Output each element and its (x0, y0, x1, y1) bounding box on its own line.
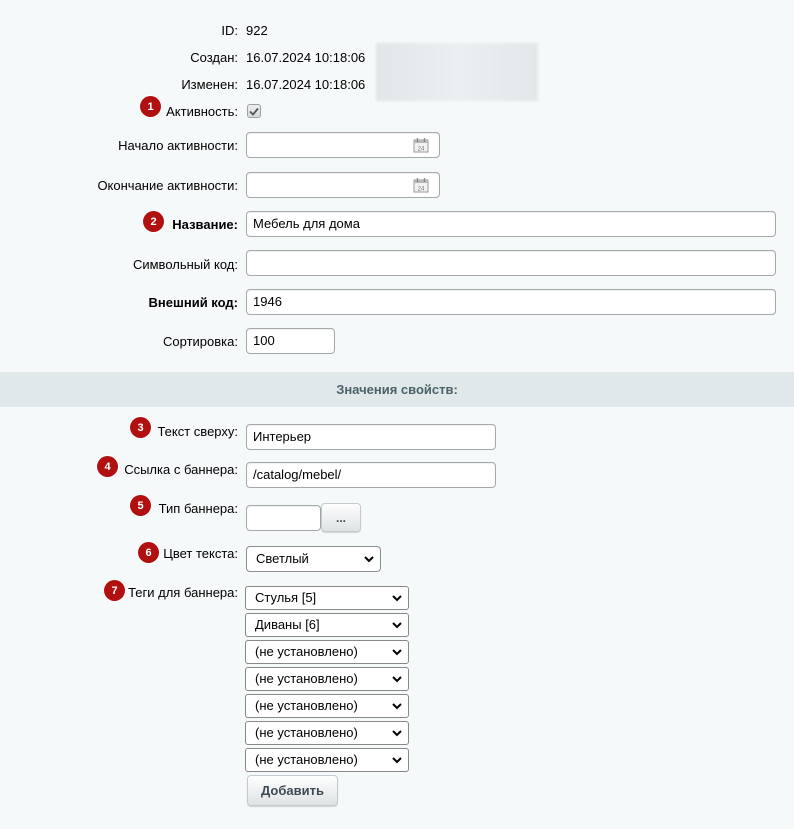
active-label: Активность: (166, 104, 238, 119)
annotation-badge-5: 5 (130, 495, 151, 516)
start-date-input[interactable] (246, 132, 440, 158)
banner-type-label: Тип баннера: (158, 501, 238, 516)
tag-select[interactable]: Стулья [5] (245, 586, 409, 610)
tag-select[interactable]: (не установлено) (245, 694, 409, 718)
redacted-area (376, 43, 538, 101)
chevron-down-icon (392, 722, 402, 744)
code-label: Символьный код: (132, 257, 238, 272)
name-input[interactable]: Мебель для дома (246, 211, 776, 237)
modified-label: Изменен: (181, 77, 238, 92)
tags-label: Теги для баннера: (128, 585, 238, 600)
tag-select[interactable]: (не установлено) (245, 667, 409, 691)
tag-select-value: (не установлено) (255, 725, 358, 740)
tag-select-value: (не установлено) (255, 752, 358, 767)
tag-select-value: (не установлено) (255, 644, 358, 659)
tag-select-value: Стулья [5] (255, 590, 317, 605)
tag-select-value: (не установлено) (255, 698, 358, 713)
tag-select[interactable]: (не установлено) (245, 640, 409, 664)
xml-id-input[interactable]: 1946 (246, 289, 776, 315)
sort-input[interactable]: 100 (246, 328, 335, 354)
chevron-down-icon (392, 587, 402, 609)
link-input[interactable]: /catalog/mebel/ (246, 462, 496, 488)
created-value: 16.07.2024 10:18:06 (246, 50, 366, 65)
modified-value: 16.07.2024 10:18:06 (246, 77, 366, 92)
tag-select[interactable]: (не установлено) (245, 721, 409, 745)
chevron-down-icon (392, 749, 402, 771)
tag-select-value: Диваны [6] (255, 617, 320, 632)
name-label: Название: (172, 217, 238, 232)
chevron-down-icon (392, 641, 402, 663)
svg-text:24: 24 (418, 187, 425, 193)
text-color-label: Цвет текста: (163, 546, 238, 561)
chevron-down-icon (392, 695, 402, 717)
text-color-value: Светлый (256, 551, 309, 566)
xml-id-label: Внешний код: (148, 295, 238, 310)
link-label: Ссылка с баннера: (124, 462, 238, 477)
active-checkbox[interactable] (247, 104, 261, 118)
end-date-input[interactable] (246, 172, 440, 198)
top-text-label: Текст сверху: (157, 424, 238, 439)
annotation-badge-7: 7 (104, 580, 125, 601)
text-color-select[interactable]: Светлый (246, 546, 381, 572)
annotation-badge-3: 3 (130, 417, 151, 438)
id-label: ID: (221, 23, 238, 38)
check-icon (249, 107, 259, 116)
sort-label: Сортировка: (163, 334, 238, 349)
calendar-icon[interactable]: 24 (413, 137, 429, 153)
annotation-badge-2: 2 (143, 211, 164, 232)
chevron-down-icon (392, 614, 402, 636)
annotation-badge-4: 4 (97, 456, 118, 477)
chevron-down-icon (392, 668, 402, 690)
calendar-icon[interactable]: 24 (413, 177, 429, 193)
section-header: Значения свойств: (0, 372, 794, 407)
end-label: Окончание активности: (97, 178, 238, 193)
tag-select[interactable]: (не установлено) (245, 748, 409, 772)
annotation-badge-1: 1 (140, 96, 161, 117)
code-input[interactable] (246, 250, 776, 276)
id-value: 922 (246, 23, 268, 38)
top-text-input[interactable]: Интерьер (246, 424, 496, 450)
created-label: Создан: (190, 50, 238, 65)
annotation-badge-6: 6 (138, 542, 159, 563)
add-tag-button[interactable]: Добавить (247, 775, 338, 806)
chevron-down-icon (364, 547, 374, 571)
start-label: Начало активности: (118, 138, 238, 153)
svg-text:24: 24 (418, 147, 425, 153)
tag-select[interactable]: Диваны [6] (245, 613, 409, 637)
banner-type-input[interactable] (246, 505, 321, 531)
banner-type-browse-button[interactable]: ... (321, 503, 361, 532)
tag-select-value: (не установлено) (255, 671, 358, 686)
